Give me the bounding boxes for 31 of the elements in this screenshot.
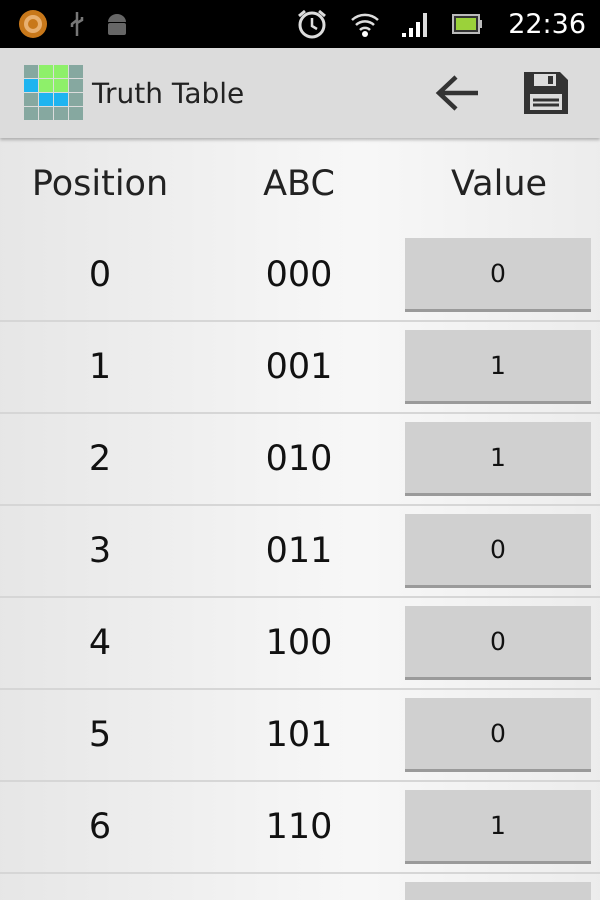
app-title: Truth Table <box>92 76 246 110</box>
status-time: 22:36 <box>508 8 586 40</box>
table-cell: 1 <box>88 347 112 387</box>
value-toggle[interactable]: 0 <box>405 698 591 772</box>
table-cell: 101 <box>266 715 332 755</box>
table-cell: 000 <box>266 255 332 295</box>
table-cell: 0 <box>88 255 112 295</box>
alarm-clock-icon <box>296 8 328 40</box>
value-toggle[interactable]: 1 <box>405 422 591 496</box>
table-cell: 011 <box>266 531 332 571</box>
app-notification-icon <box>18 9 48 39</box>
table-cell: 4 <box>88 623 112 663</box>
table-cell: 110 <box>266 807 332 847</box>
app-logo-icon <box>24 65 84 121</box>
table-cell: 010 <box>266 439 332 479</box>
table-cell: 3 <box>88 531 112 571</box>
value-toggle[interactable]: 0 <box>405 238 591 312</box>
value-toggle[interactable]: 0 <box>405 606 591 680</box>
value-toggle[interactable] <box>405 882 591 900</box>
battery-icon <box>452 13 482 35</box>
value-toggle[interactable]: 0 <box>405 514 591 588</box>
table-cell: 100 <box>266 623 332 663</box>
table-cell: 001 <box>266 347 332 387</box>
column-header: ABC <box>263 164 335 204</box>
value-toggle[interactable]: 1 <box>405 790 591 864</box>
table-cell: 5 <box>88 715 112 755</box>
table-cell: 2 <box>88 439 112 479</box>
table-cell: 6 <box>88 807 112 847</box>
column-header: Value <box>450 164 548 204</box>
column-header: Position <box>32 164 168 204</box>
value-toggle[interactable]: 1 <box>405 330 591 404</box>
